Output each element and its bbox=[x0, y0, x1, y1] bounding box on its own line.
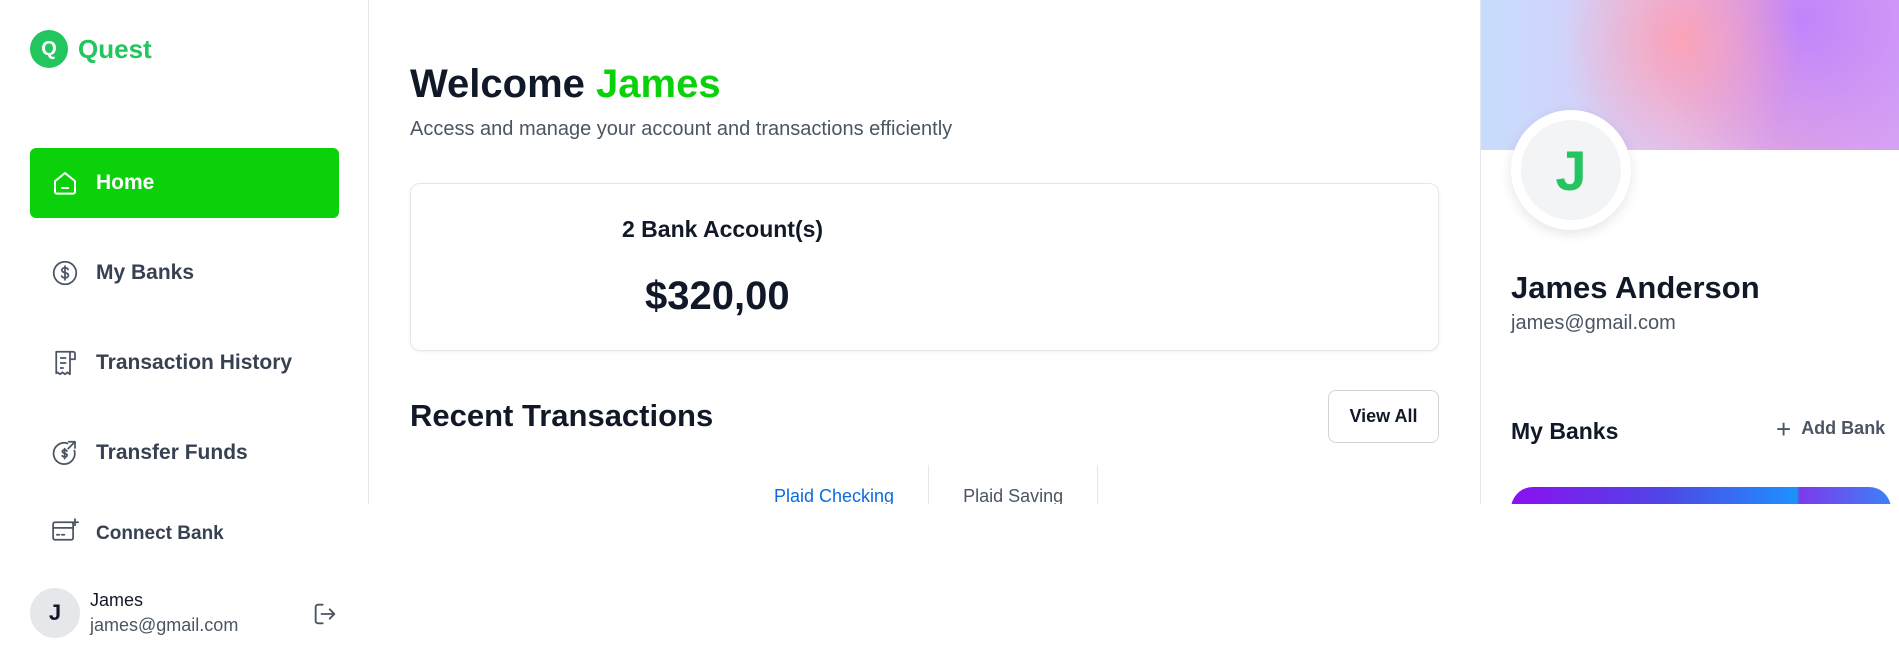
recent-transactions-title: Recent Transactions bbox=[410, 398, 714, 433]
sidebar-item-transfer-funds[interactable]: Transfer Funds bbox=[30, 418, 339, 488]
sidebar: Q Quest Home My Banks Transaction Histor… bbox=[0, 0, 369, 504]
sidebar-user: J James james@gmail.com bbox=[30, 588, 339, 638]
tab-plaid-checking[interactable]: Plaid Checking bbox=[740, 465, 930, 504]
profile-email: james@gmail.com bbox=[1511, 312, 1676, 334]
page-subtitle: Access and manage your account and trans… bbox=[410, 118, 953, 140]
sidebar-item-label: Transfer Funds bbox=[96, 441, 248, 464]
logo-text: Quest bbox=[78, 33, 152, 64]
welcome-prefix: Welcome bbox=[410, 62, 585, 106]
sidebar-item-transaction-history[interactable]: Transaction History bbox=[30, 328, 339, 398]
bank-tabs: Plaid Checking Plaid Saving bbox=[740, 465, 1099, 504]
user-name: James bbox=[90, 590, 144, 610]
home-icon bbox=[50, 168, 80, 198]
sidebar-item-home[interactable]: Home bbox=[30, 148, 339, 218]
my-banks-title: My Banks bbox=[1511, 418, 1619, 444]
bank-card[interactable] bbox=[1511, 487, 1891, 504]
add-bank-label: Add Bank bbox=[1801, 418, 1886, 438]
welcome-name: James bbox=[596, 62, 721, 106]
receipt-icon bbox=[50, 348, 80, 378]
profile-avatar-ring: J bbox=[1511, 110, 1631, 230]
tab-plaid-saving[interactable]: Plaid Saving bbox=[929, 465, 1099, 504]
view-all-button[interactable]: View All bbox=[1328, 390, 1439, 443]
sidebar-item-connect-bank[interactable]: Connect Bank bbox=[50, 516, 224, 552]
avatar[interactable]: J bbox=[1521, 120, 1621, 220]
profile-name: James Anderson bbox=[1511, 270, 1760, 305]
profile-panel: J James Anderson james@gmail.com My Bank… bbox=[1480, 0, 1899, 504]
add-bank-button[interactable]: + Add Bank bbox=[1776, 413, 1886, 444]
card-plus-icon bbox=[50, 516, 80, 552]
transfer-icon bbox=[50, 438, 80, 468]
user-email: james@gmail.com bbox=[90, 615, 239, 635]
sidebar-item-label: My Banks bbox=[96, 261, 195, 284]
balance-card: 2 Bank Account(s) $320,00 bbox=[410, 183, 1439, 351]
total-balance: $320,00 bbox=[645, 274, 790, 318]
avatar[interactable]: J bbox=[30, 588, 80, 638]
logo-icon: Q bbox=[30, 30, 68, 68]
sidebar-nav: Home My Banks Transaction History Transf… bbox=[30, 148, 339, 508]
plus-icon: + bbox=[1776, 413, 1792, 444]
logo[interactable]: Q Quest bbox=[30, 30, 152, 68]
logout-icon[interactable] bbox=[311, 600, 339, 628]
page-title: Welcome James bbox=[410, 62, 721, 107]
sidebar-item-label: Home bbox=[96, 171, 155, 194]
sidebar-item-my-banks[interactable]: My Banks bbox=[30, 238, 339, 308]
bank-accounts-count: 2 Bank Account(s) bbox=[622, 216, 824, 242]
connect-bank-label: Connect Bank bbox=[96, 523, 224, 544]
dollar-circle-icon bbox=[50, 258, 80, 288]
main-content: Welcome James Access and manage your acc… bbox=[410, 0, 1440, 504]
user-meta: James james@gmail.com bbox=[90, 590, 238, 636]
sidebar-item-label: Transaction History bbox=[96, 351, 293, 374]
